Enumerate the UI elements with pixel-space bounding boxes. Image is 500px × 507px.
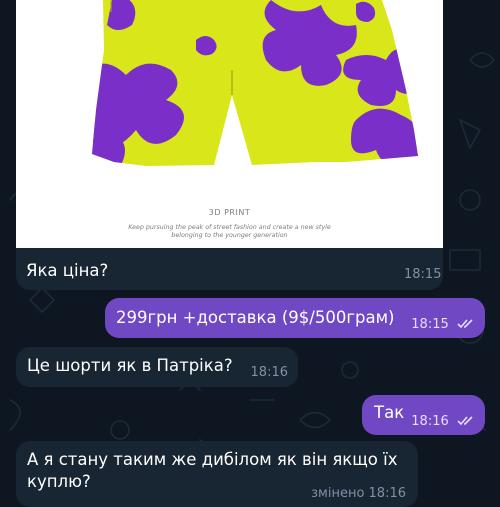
double-check-icon bbox=[457, 319, 473, 329]
message-time: 18:16 bbox=[250, 365, 288, 380]
image-message[interactable]: 3D PRINT Keep pursuing the peak of stree… bbox=[16, 0, 443, 290]
shorts-photo[interactable]: 3D PRINT Keep pursuing the peak of stree… bbox=[16, 0, 443, 248]
message-text: Так bbox=[374, 403, 405, 422]
message-text: 299грн +доставка (9$/500грам) bbox=[116, 308, 395, 327]
print-subtitle-line1: Keep pursuing the peak of street fashion… bbox=[128, 224, 331, 231]
message-time: 18:15 bbox=[411, 317, 449, 332]
print-subtitle: Keep pursuing the peak of street fashion… bbox=[16, 224, 443, 240]
message-edited-time: змінено 18:16 bbox=[311, 486, 406, 501]
outgoing-message[interactable]: 299грн +доставка (9$/500грам) 18:15 bbox=[105, 298, 485, 338]
message-time: 18:16 bbox=[411, 414, 449, 429]
message-text-line1: А я стану таким же дибілом як він якщо ї… bbox=[27, 450, 398, 469]
incoming-message[interactable]: Це шорти як в Патріка? 18:16 bbox=[16, 347, 298, 387]
message-time: 18:15 bbox=[404, 267, 442, 282]
outgoing-message[interactable]: Так 18:16 bbox=[362, 395, 485, 435]
incoming-message[interactable]: А я стану таким же дибілом як він якщо ї… bbox=[16, 441, 418, 507]
double-check-icon bbox=[457, 416, 473, 426]
image-caption: Яка ціна? bbox=[26, 261, 109, 280]
print-subtitle-line2: belonging to the younger generation bbox=[171, 232, 288, 239]
print-title: 3D PRINT bbox=[208, 208, 251, 217]
message-text: Це шорти як в Патріка? bbox=[27, 356, 233, 375]
